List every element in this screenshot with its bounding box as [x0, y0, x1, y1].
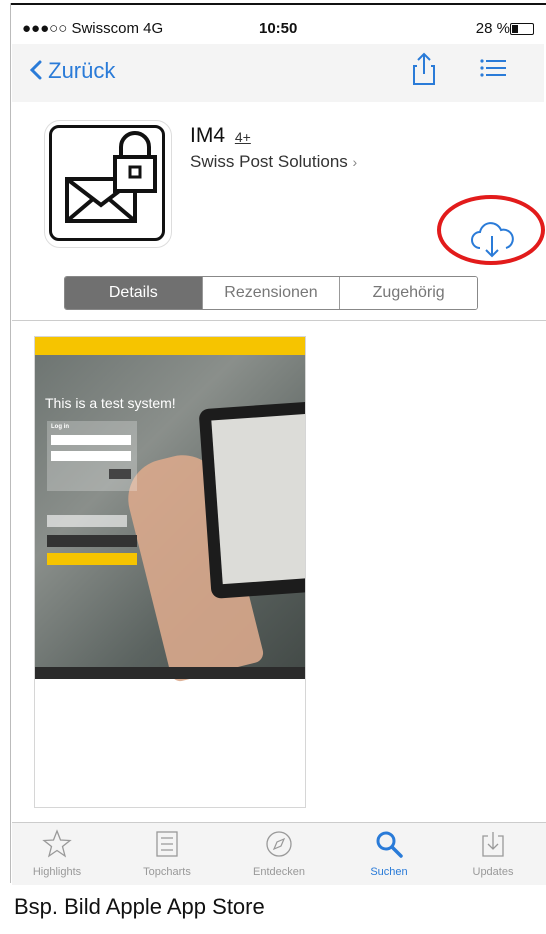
chevron-left-icon: [29, 60, 42, 80]
tab-topcharts[interactable]: Topcharts: [122, 829, 212, 878]
tab-bar: Highlights Topcharts Entdecken Suchen Up…: [12, 822, 546, 885]
battery-icon: [510, 23, 534, 35]
screenshot-photo: This is a test system! Log in: [35, 355, 305, 684]
left-border: [10, 3, 11, 883]
app-screenshot[interactable]: This is a test system! Log in: [34, 336, 306, 808]
top-border: [10, 3, 546, 5]
envelope-lock-icon: [65, 131, 157, 223]
developer-name: Swiss Post Solutions: [190, 152, 348, 171]
tab-updates-label: Updates: [472, 866, 514, 878]
download-icon: [482, 832, 504, 857]
search-icon: [376, 831, 403, 858]
screenshot-select: [47, 515, 127, 527]
tab-suchen[interactable]: Suchen: [344, 829, 434, 878]
tablet-image: [198, 401, 305, 599]
tab-entdecken[interactable]: Entdecken: [234, 829, 324, 878]
screenshot-footer: [35, 667, 305, 679]
segmented-control: Details Rezensionen Zugehörig: [64, 276, 478, 310]
developer-link[interactable]: Swiss Post Solutions ›: [190, 152, 357, 172]
list-icon: [156, 831, 178, 857]
tab-suchen-label: Suchen: [370, 866, 408, 878]
clock: 10:50: [259, 20, 298, 37]
back-label: Zurück: [48, 58, 116, 83]
screenshot-dark-button: [47, 535, 137, 547]
compass-icon: [266, 831, 292, 857]
tab-highlights[interactable]: Highlights: [12, 829, 102, 878]
segment-details[interactable]: Details: [65, 277, 202, 309]
menu-list-icon[interactable]: [480, 58, 506, 78]
tab-entdecken-label: Entdecken: [253, 866, 305, 878]
tab-highlights-label: Highlights: [32, 866, 82, 878]
app-title: IM4 4+: [190, 124, 251, 148]
chevron-right-icon: ›: [352, 154, 358, 170]
status-bar: ●●●○○ Swisscom 4G 10:50 28 %: [14, 18, 534, 40]
screenshot-headline: This is a test system!: [45, 395, 176, 411]
share-icon[interactable]: [412, 52, 436, 86]
segment-zugehoerig[interactable]: Zugehörig: [339, 277, 477, 309]
app-name: IM4: [190, 124, 226, 147]
star-icon: [42, 829, 72, 858]
highlight-circle: [437, 195, 545, 265]
screenshot-login-label: Log in: [51, 424, 69, 430]
screenshot-login-box: Log in: [47, 421, 137, 491]
tab-topcharts-label: Topcharts: [143, 866, 191, 878]
back-button[interactable]: Zurück: [29, 58, 116, 84]
navigation-bar: Zurück: [12, 44, 544, 102]
segment-rezensionen[interactable]: Rezensionen: [201, 277, 340, 309]
app-icon: [44, 120, 172, 248]
tab-updates[interactable]: Updates: [448, 829, 538, 878]
screenshot-header-bar: [35, 337, 305, 355]
carrier-label: ●●●○○ Swisscom 4G: [22, 20, 164, 37]
screenshot-yellow-button: [47, 553, 137, 565]
figure-caption: Bsp. Bild Apple App Store: [14, 894, 265, 919]
age-rating-badge: 4+: [234, 129, 251, 145]
battery-percent: 28 %: [475, 20, 510, 37]
divider: [12, 320, 546, 321]
